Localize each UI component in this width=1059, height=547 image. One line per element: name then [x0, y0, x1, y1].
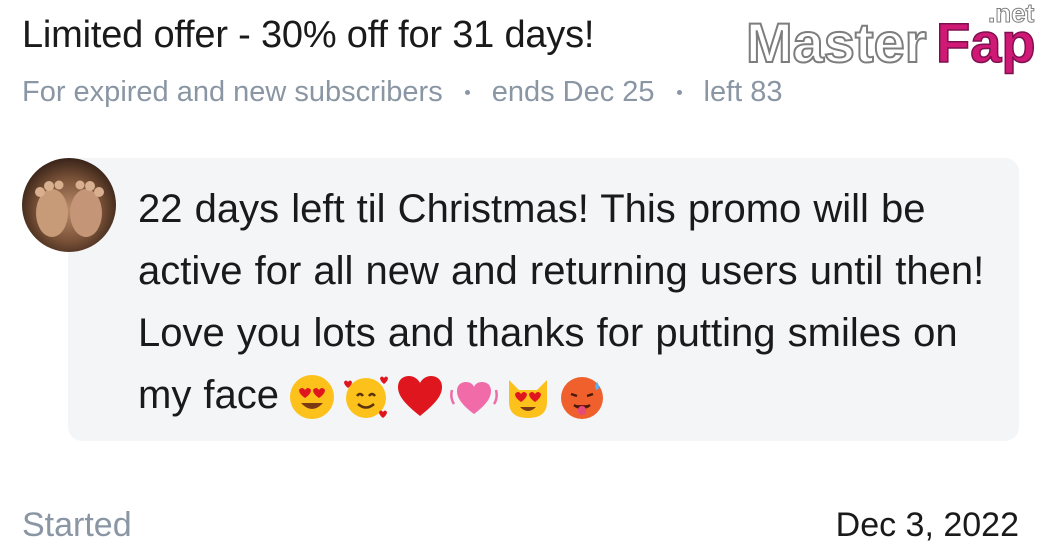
offer-details: For expired and new subscribers ends Dec…: [22, 76, 783, 109]
separator-dot: [676, 90, 682, 95]
started-date: Dec 3, 2022: [835, 506, 1019, 544]
svg-text:Master: Master: [746, 11, 927, 74]
avatar[interactable]: [22, 158, 116, 252]
avatar-photo: [35, 180, 104, 237]
offer-audience: For expired and new subscribers: [22, 76, 443, 108]
promo-message-screen: Limited offer - 30% off for 31 days! Mas…: [0, 0, 1059, 547]
offer-end-date: ends Dec 25: [491, 76, 655, 108]
svg-text:.net: .net: [988, 0, 1035, 28]
started-label: Started: [22, 506, 132, 544]
smiling-face-with-hearts-emoji: [344, 376, 389, 419]
offer-title: Limited offer - 30% off for 31 days!: [22, 14, 595, 56]
red-heart-emoji: [398, 376, 443, 417]
heart-eyes-emoji: [290, 375, 335, 420]
message-text: 22 days left til Christmas! This promo w…: [138, 178, 988, 426]
heart-eyes-cat-emoji: [509, 380, 548, 419]
beating-heart-emoji: [450, 382, 498, 415]
emoji-group: [287, 372, 607, 422]
hot-face-emoji: [561, 377, 604, 420]
offer-remaining: left 83: [703, 76, 783, 108]
watermark-logo: Master Fap .net: [746, 0, 1036, 75]
separator-dot: [464, 90, 470, 95]
